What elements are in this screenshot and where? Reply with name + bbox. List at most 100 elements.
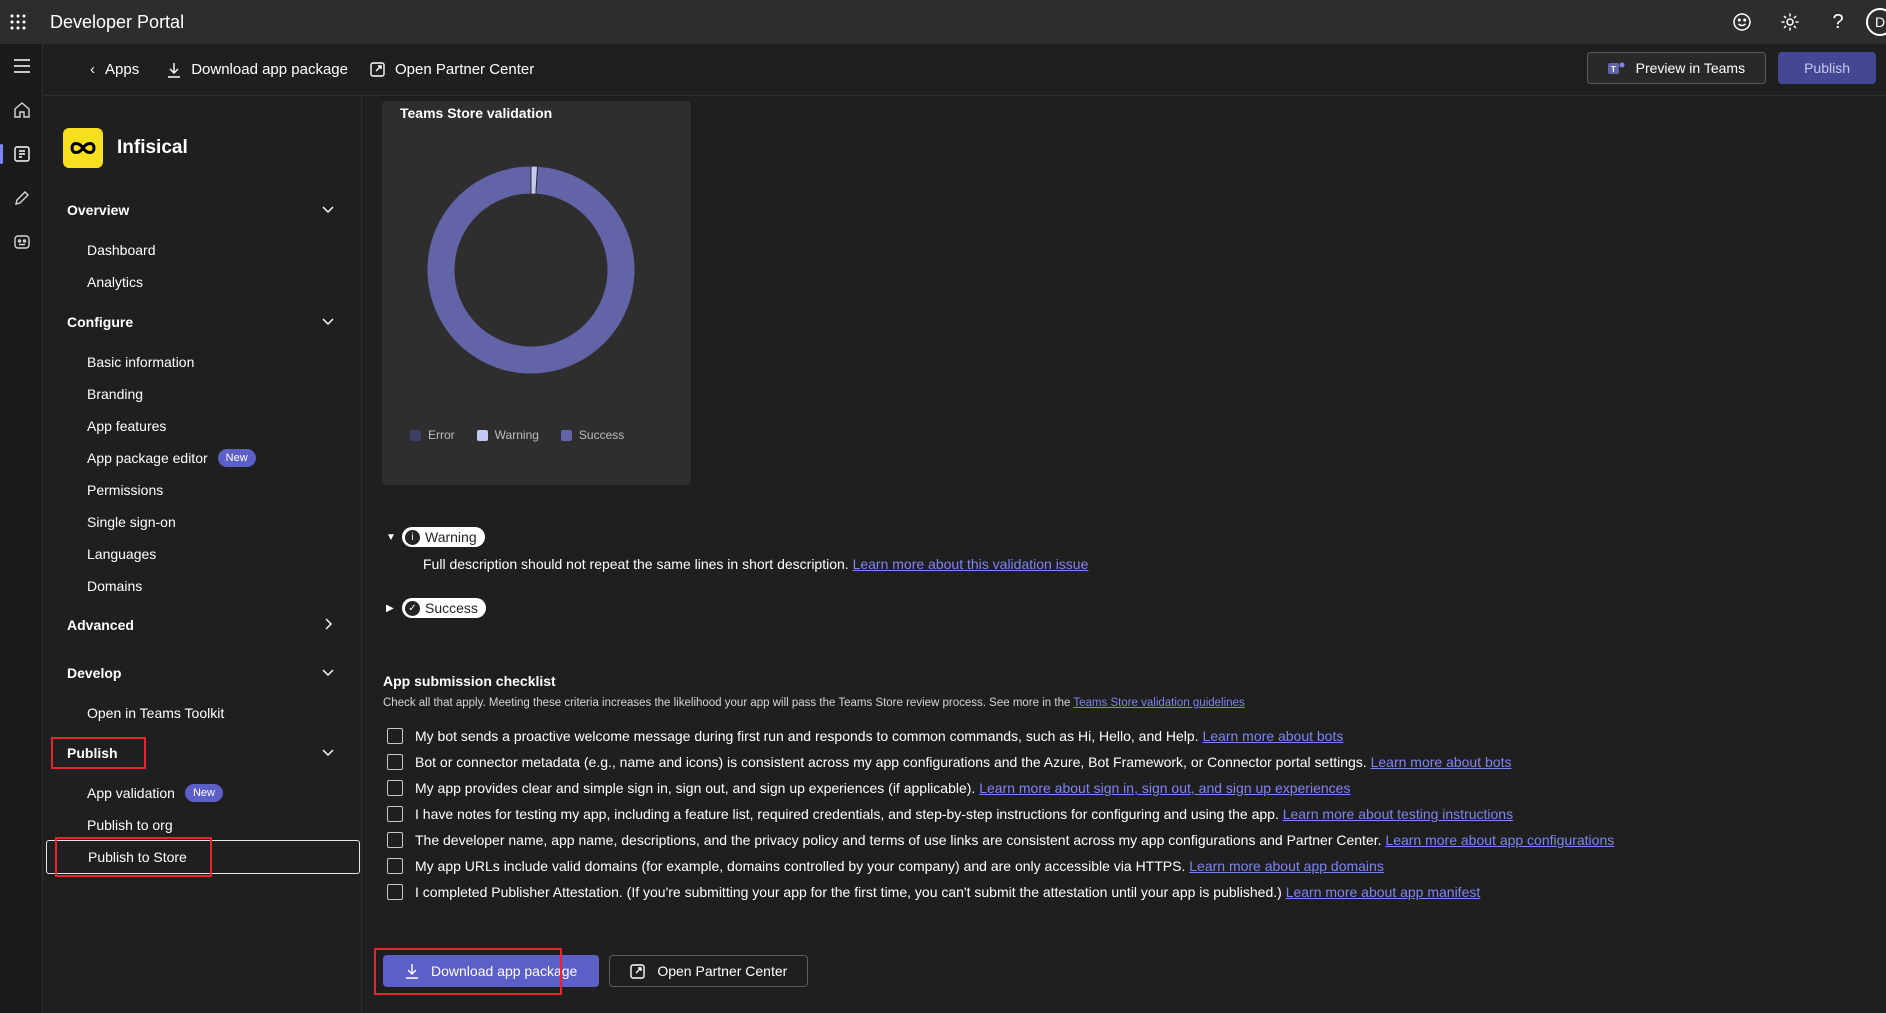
- nav-item-open-in-teams-toolkit[interactable]: Open in Teams Toolkit: [44, 697, 362, 729]
- back-label: Apps: [105, 61, 140, 78]
- infinity-logo-icon: [63, 128, 103, 168]
- nav-item-branding[interactable]: Branding: [44, 378, 362, 410]
- main-content: Teams Store validation Error Warning Suc…: [363, 97, 1886, 1013]
- success-label: Success: [425, 600, 478, 616]
- nav-item-app-package-editor[interactable]: App package editor New: [44, 442, 362, 474]
- nav-section-develop[interactable]: Develop: [44, 655, 362, 691]
- checklist-item: My app provides clear and simple sign in…: [387, 780, 1350, 796]
- learn-more-link[interactable]: Learn more about app manifest: [1286, 884, 1481, 900]
- download-app-package-cmd[interactable]: Download app package: [157, 52, 358, 88]
- nav-item-label: Languages: [87, 546, 157, 562]
- legend-swatch: [476, 429, 488, 441]
- checklist-item: The developer name, app name, descriptio…: [387, 832, 1614, 848]
- checkbox[interactable]: [387, 806, 403, 822]
- top-bar: Developer Portal ? D: [0, 0, 1886, 44]
- checklist-item-text: My bot sends a proactive welcome message…: [415, 728, 1199, 744]
- nav-item-label: Basic information: [87, 354, 195, 370]
- checklist-item-text: The developer name, app name, descriptio…: [415, 832, 1382, 848]
- learn-more-link[interactable]: Learn more about bots: [1202, 728, 1343, 744]
- home-icon[interactable]: [0, 88, 43, 132]
- new-badge: New: [217, 449, 256, 467]
- teams-store-validation-card: Teams Store validation Error Warning Suc…: [382, 101, 691, 485]
- app-launcher-icon[interactable]: [0, 0, 36, 44]
- checkbox[interactable]: [387, 858, 403, 874]
- app-rail: [0, 44, 43, 1013]
- feedback-smiley-icon[interactable]: [1718, 0, 1766, 44]
- open-partner-center-cmd[interactable]: Open Partner Center: [360, 52, 544, 88]
- nav-item-app-validation[interactable]: App validation New: [44, 777, 362, 809]
- caret-down-icon: ▼: [386, 531, 396, 543]
- download-icon: [168, 62, 181, 78]
- teams-icon: T: [1607, 62, 1625, 74]
- nav-item-permissions[interactable]: Permissions: [44, 474, 362, 506]
- checklist-subtitle-text: Check all that apply. Meeting these crit…: [383, 697, 1071, 709]
- chevron-down-icon: [322, 318, 334, 325]
- learn-more-link[interactable]: Learn more about app configurations: [1385, 832, 1614, 848]
- warning-label: Warning: [425, 529, 477, 545]
- validation-guidelines-link[interactable]: Teams Store validation guidelines: [1073, 697, 1244, 709]
- warning-text: Full description should not repeat the s…: [423, 556, 849, 572]
- left-navigation: Infisical Overview Dashboard Analytics C…: [44, 97, 362, 1013]
- publish-button[interactable]: Publish: [1778, 52, 1876, 84]
- chevron-down-icon: [322, 206, 334, 213]
- chevron-right-icon: [325, 618, 332, 630]
- nav-item-languages[interactable]: Languages: [44, 538, 362, 570]
- warning-group-toggle[interactable]: ▼ i Warning: [386, 527, 485, 547]
- success-group-toggle[interactable]: ▶ ✓ Success: [386, 598, 486, 618]
- app-header: Infisical: [63, 128, 188, 168]
- nav-item-label: Single sign-on: [87, 514, 176, 530]
- highlight-download-button: [374, 948, 562, 995]
- learn-more-link[interactable]: Learn more about app domains: [1189, 858, 1384, 874]
- legend-swatch: [410, 429, 421, 441]
- warning-description: Full description should not repeat the s…: [423, 556, 1088, 572]
- donut-slice-success: [427, 166, 635, 374]
- app-name: Infisical: [117, 137, 188, 158]
- nav-item-app-features[interactable]: App features: [44, 410, 362, 442]
- back-to-apps-link[interactable]: ‹ Apps: [80, 52, 149, 88]
- chevron-left-icon: ‹: [90, 61, 95, 78]
- checkbox[interactable]: [387, 832, 403, 848]
- open-external-icon: [370, 62, 385, 77]
- checklist-item: Bot or connector metadata (e.g., name an…: [387, 754, 1511, 770]
- preview-in-teams-button[interactable]: T Preview in Teams: [1586, 52, 1767, 84]
- partner-label: Open Partner Center: [395, 61, 535, 78]
- nav-item-dashboard[interactable]: Dashboard: [44, 234, 362, 266]
- section-label: Configure: [67, 314, 134, 330]
- checkbox[interactable]: [387, 728, 403, 744]
- menu-hamburger-icon[interactable]: [0, 44, 43, 88]
- nav-section-overview[interactable]: Overview: [44, 192, 362, 228]
- learn-more-link[interactable]: Learn more about testing instructions: [1283, 806, 1513, 822]
- nav-item-single-sign-on[interactable]: Single sign-on: [44, 506, 362, 538]
- help-question-icon[interactable]: ?: [1814, 0, 1862, 44]
- svg-text:T: T: [1611, 65, 1616, 74]
- nav-item-basic-information[interactable]: Basic information: [44, 346, 362, 378]
- bot-icon[interactable]: [0, 220, 43, 264]
- info-icon: i: [405, 529, 420, 545]
- apps-icon[interactable]: [0, 132, 43, 176]
- validation-issue-link[interactable]: Learn more about this validation issue: [853, 556, 1089, 572]
- warning-pill: i Warning: [402, 527, 485, 547]
- section-label: Advanced: [67, 617, 134, 633]
- user-avatar[interactable]: D: [1866, 8, 1886, 36]
- nav-item-domains[interactable]: Domains: [44, 570, 362, 602]
- highlight-publish-section: [51, 737, 146, 769]
- nav-item-analytics[interactable]: Analytics: [44, 266, 362, 298]
- checkbox[interactable]: [387, 754, 403, 770]
- settings-gear-icon[interactable]: [1766, 0, 1814, 44]
- checkbox[interactable]: [387, 780, 403, 796]
- nav-item-label: Publish to org: [87, 817, 173, 833]
- validation-donut-chart: [427, 166, 635, 374]
- learn-more-link[interactable]: Learn more about bots: [1371, 754, 1512, 770]
- nav-section-configure[interactable]: Configure: [44, 304, 362, 340]
- checklist-item: My bot sends a proactive welcome message…: [387, 728, 1343, 744]
- nav-item-label: App features: [87, 418, 167, 434]
- checkbox[interactable]: [387, 884, 403, 900]
- legend-item-warning: Warning: [476, 428, 539, 442]
- nav-item-label: Permissions: [87, 482, 164, 498]
- learn-more-link[interactable]: Learn more about sign in, sign out, and …: [979, 780, 1350, 796]
- portal-title: Developer Portal: [50, 11, 185, 32]
- checklist-item-text: My app URLs include valid domains (for e…: [415, 858, 1186, 874]
- nav-section-advanced[interactable]: Advanced: [44, 607, 362, 643]
- open-partner-center-button[interactable]: Open Partner Center: [609, 955, 809, 987]
- tools-pencil-icon[interactable]: [0, 176, 43, 220]
